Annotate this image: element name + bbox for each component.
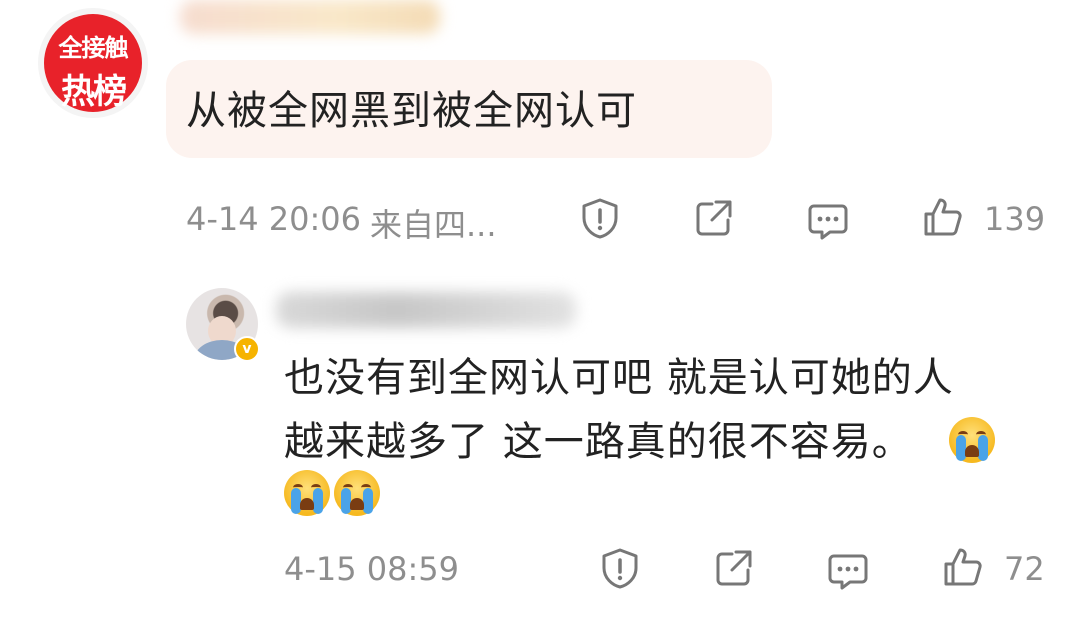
blurred-username-2 [276,292,576,328]
comment-text: 从被全网黑到被全网认可 [186,88,637,134]
crying-emoji-icon [334,470,380,516]
comment-icon[interactable] [806,198,850,242]
verified-badge-icon: v [234,336,260,362]
like-icon[interactable] [920,194,964,238]
like-count: 139 [984,200,1046,238]
badge-text-line1: 全接触 [58,34,129,62]
share-icon[interactable] [692,196,736,240]
emoji-row [284,470,380,516]
reply-text: 也没有到全网认可吧 就是认可她的人 越来越多了 这一路真的很不容易。 [284,346,1044,474]
avatar-hot-list-badge[interactable]: 全接触 热榜 [38,8,148,118]
comment-location: 来自四... [370,206,497,244]
reply-timestamp: 4-15 08:59 [284,550,460,588]
blurred-username-1 [180,0,440,34]
like-icon[interactable] [940,544,984,588]
like-count: 72 [1004,550,1045,588]
comment-timestamp: 4-14 20:06 [186,200,362,238]
reply-text-line2-content: 越来越多了 这一路真的很不容易。 [284,419,913,465]
reply-text-line2: 越来越多了 这一路真的很不容易。 [284,410,1044,474]
reply-text-line1: 也没有到全网认可吧 就是认可她的人 [284,355,954,401]
badge-circle: 全接触 热榜 [44,14,142,112]
crying-emoji-icon [284,470,330,516]
report-icon[interactable] [578,196,622,240]
badge-text-line2: 热榜 [61,72,127,112]
comment-icon[interactable] [826,548,870,592]
report-icon[interactable] [598,546,642,590]
crying-emoji-icon [948,417,995,463]
share-icon[interactable] [712,546,756,590]
